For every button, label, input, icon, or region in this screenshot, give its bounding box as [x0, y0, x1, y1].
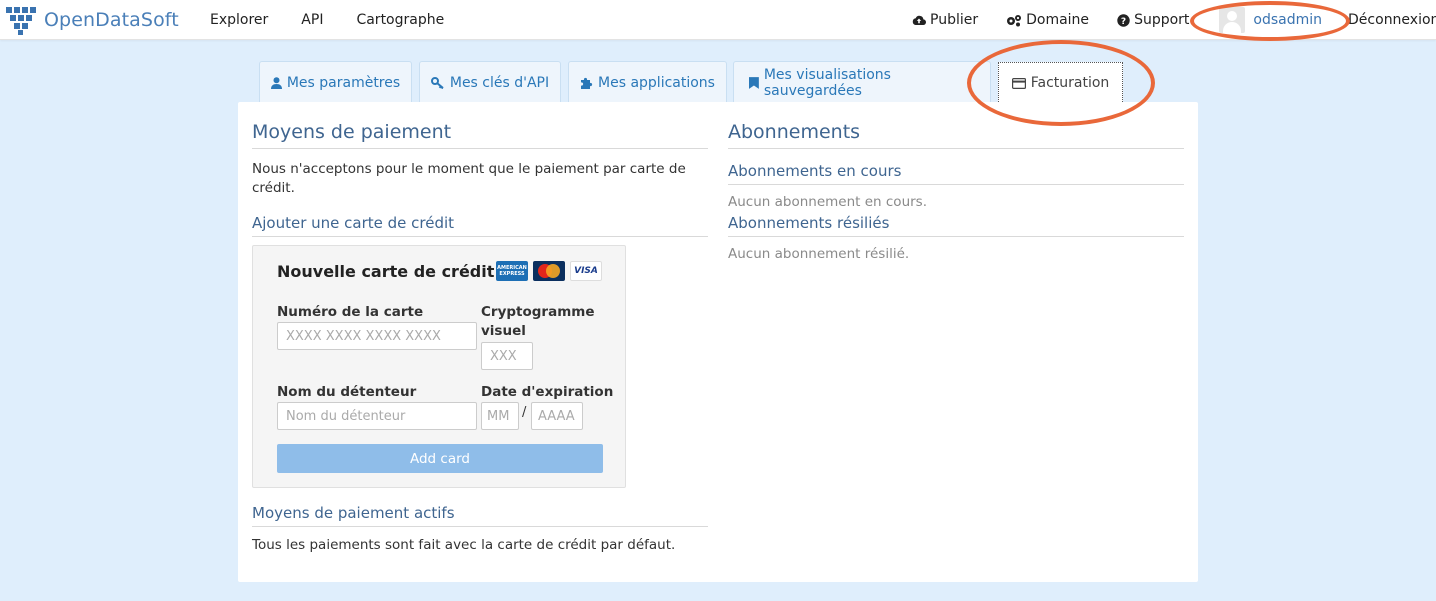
cancelled-subscriptions-title: Abonnements résiliés	[728, 214, 890, 232]
active-methods-text: Tous les paiements sont fait avec la car…	[252, 537, 676, 553]
opendatasoft-logo-icon	[6, 5, 36, 35]
card-number-label: Numéro de la carte	[277, 304, 424, 320]
key-icon	[430, 76, 444, 89]
tab-parametres[interactable]: Mes paramètres	[259, 61, 412, 103]
mastercard-logo-icon	[533, 261, 565, 281]
puzzle-icon	[581, 77, 593, 89]
top-navbar: OpenDataSoft Explorer API Cartographe Pu…	[0, 0, 1436, 40]
tab-label: Mes visualisations sauvegardées	[763, 66, 891, 99]
add-card-title: Ajouter une carte de crédit	[252, 214, 455, 232]
question-circle-icon: ?	[1117, 13, 1130, 27]
current-subscriptions-title: Abonnements en cours	[728, 162, 902, 180]
svg-text:?: ?	[1121, 17, 1126, 27]
support-link[interactable]: ? Support	[1117, 12, 1189, 28]
bookmark-icon	[749, 76, 759, 89]
tab-facturation[interactable]: Facturation	[998, 62, 1123, 104]
amex-logo-icon: AMERICAN EXPRESS	[496, 261, 528, 281]
new-card-title: Nouvelle carte de crédit	[277, 262, 495, 281]
current-subscriptions-empty: Aucun abonnement en cours.	[728, 194, 927, 210]
mastercard-circles-icon	[538, 264, 560, 278]
add-card-button[interactable]: Add card	[277, 444, 603, 473]
expiry-month-input[interactable]: MM	[481, 402, 519, 430]
nav-explorer[interactable]: Explorer	[210, 12, 268, 28]
cvc-input[interactable]: XXX	[481, 342, 533, 370]
user-nav: Publier Domaine ? Support odsadmin Décon…	[912, 0, 1436, 40]
domain-label: Domaine	[1026, 12, 1090, 28]
divider	[728, 148, 1184, 149]
cvc-label: Cryptogramme visuel	[481, 304, 595, 339]
divider	[252, 148, 708, 149]
amex-brand-text: AMERICAN EXPRESS	[497, 265, 527, 277]
card-number-input[interactable]: XXXX XXXX XXXX XXXX	[277, 322, 477, 350]
holder-label: Nom du détenteur	[277, 384, 417, 400]
divider	[252, 526, 708, 527]
cancelled-subscriptions-empty: Aucun abonnement résilié.	[728, 246, 910, 262]
payment-methods-title: Moyens de paiement	[252, 121, 452, 143]
user-menu[interactable]: odsadmin	[1219, 7, 1322, 33]
domain-link[interactable]: Domaine	[1006, 12, 1089, 28]
credit-card-icon	[1011, 77, 1026, 89]
divider	[252, 236, 708, 237]
billing-panel: Moyens de paiement Nous n'acceptons pour…	[238, 102, 1198, 582]
main-nav: Explorer API Cartographe	[210, 0, 477, 40]
tab-label: Mes applications	[598, 74, 715, 91]
tab-applications[interactable]: Mes applications	[568, 61, 727, 103]
tab-visualisations[interactable]: Mes visualisations sauvegardées	[733, 61, 991, 103]
visa-logo-icon: VISA	[570, 261, 602, 281]
user-icon	[270, 76, 282, 89]
brand-logo[interactable]: OpenDataSoft	[6, 5, 179, 35]
support-label: Support	[1134, 12, 1190, 28]
avatar	[1219, 7, 1246, 33]
nav-api[interactable]: API	[301, 12, 323, 28]
expiry-separator: /	[522, 405, 527, 420]
cloud-upload-icon	[912, 15, 926, 26]
tab-label: Mes paramètres	[286, 74, 401, 91]
brand-name: OpenDataSoft	[44, 9, 179, 31]
divider	[728, 236, 1184, 237]
expiry-label: Date d'expiration	[481, 384, 614, 400]
tab-cles-api[interactable]: Mes clés d'API	[419, 61, 561, 103]
logout-link[interactable]: Déconnexion	[1348, 12, 1436, 28]
visa-brand-text: VISA	[574, 266, 598, 276]
tab-label: Facturation	[1030, 75, 1110, 91]
new-card-form: Nouvelle carte de crédit AMERICAN EXPRES…	[252, 245, 626, 488]
active-methods-title: Moyens de paiement actifs	[252, 504, 455, 522]
username: odsadmin	[1253, 12, 1323, 28]
expiry-year-input[interactable]: AAAA	[531, 402, 583, 430]
divider	[728, 184, 1184, 185]
publish-label: Publier	[930, 12, 979, 28]
tab-label: Mes clés d'API	[449, 74, 550, 91]
logout-label: Déconnexion	[1348, 12, 1436, 28]
publish-link[interactable]: Publier	[912, 12, 978, 28]
nav-cartographe[interactable]: Cartographe	[356, 12, 444, 28]
gears-icon	[1007, 14, 1022, 26]
holder-input[interactable]: Nom du détenteur	[277, 402, 477, 430]
subscriptions-title: Abonnements	[728, 121, 861, 143]
payment-intro: Nous n'acceptons pour le moment que le p…	[252, 161, 686, 196]
